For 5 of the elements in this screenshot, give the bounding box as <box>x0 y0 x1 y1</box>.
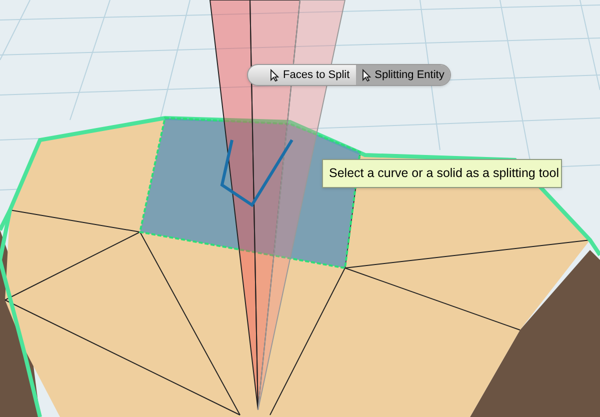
tooltip: Select a curve or a solid as a splitting tool <box>322 159 562 188</box>
pointer-icon <box>362 68 371 82</box>
toolbar-button[interactable]: Splitting Entity <box>356 65 450 85</box>
toolbar-button[interactable]: Faces to Split <box>264 65 356 85</box>
pointer-icon <box>270 68 279 82</box>
